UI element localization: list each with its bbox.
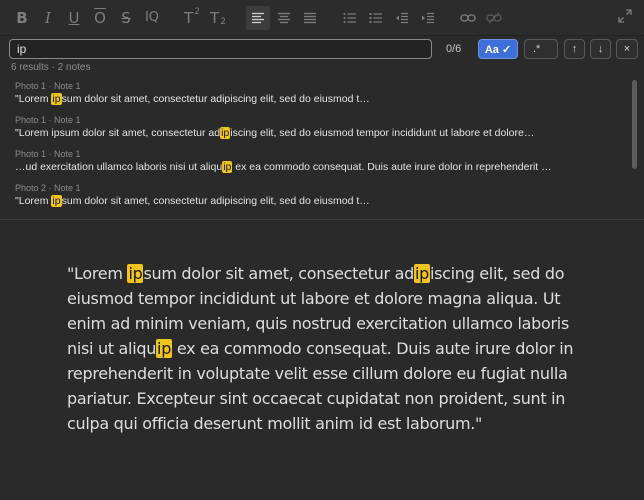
superscript-button[interactable]: T2 <box>180 6 204 30</box>
subscript-mark: 2 <box>220 16 226 27</box>
note-text: sum dolor sit amet, consectetur ad <box>143 264 414 283</box>
note-text: "Lorem <box>67 264 128 283</box>
clear-format-button[interactable]: IQ <box>140 6 164 30</box>
next-match-button[interactable]: ↓ <box>590 39 611 59</box>
result-source: Photo 1 · Note 1 <box>15 115 81 125</box>
numbered-list-icon <box>369 12 382 23</box>
match-highlight: ip <box>127 264 144 283</box>
result-source: Photo 1 · Note 1 <box>15 149 81 159</box>
link-button[interactable] <box>456 6 480 30</box>
match-highlight: ip <box>51 93 62 105</box>
formatting-toolbar: B I U O S IQ T2 T2 <box>0 0 644 36</box>
strikethrough-button[interactable]: S <box>114 6 138 30</box>
result-source: Photo 1 · Note 1 <box>15 81 81 91</box>
result-item[interactable]: Photo 2 · Note 1 "Lorem ipsum dolor sit … <box>15 182 615 209</box>
snippet-text: "Lorem <box>15 93 52 105</box>
result-snippet: "Lorem ipsum dolor sit amet, consectetur… <box>15 92 615 107</box>
outdent-icon <box>396 12 408 23</box>
numbered-list-button[interactable] <box>364 6 388 30</box>
result-snippet: "Lorem ipsum dolor sit amet, consectetur… <box>15 126 615 141</box>
results-scrollbar[interactable] <box>632 80 637 169</box>
italic-button[interactable]: I <box>36 6 60 30</box>
result-item[interactable]: Photo 1 · Note 1 "Lorem ipsum dolor sit … <box>15 114 615 141</box>
match-highlight: ip <box>220 127 231 139</box>
result-item[interactable]: Photo 1 · Note 1 "Lorem ipsum dolor sit … <box>15 80 615 107</box>
close-find-button[interactable]: × <box>616 39 638 59</box>
align-center-button[interactable] <box>272 6 296 30</box>
match-highlight: ip <box>413 264 430 283</box>
overline-button[interactable]: O <box>88 6 112 30</box>
previous-match-button[interactable]: ↑ <box>564 39 585 59</box>
search-input[interactable]: ip <box>9 39 432 59</box>
snippet-text: sum dolor sit amet, consectetur adipisci… <box>61 195 370 207</box>
regex-toggle[interactable]: .* <box>524 39 558 59</box>
match-highlight: ip <box>156 339 173 358</box>
snippet-text: iscing elit, sed do eiusmod tempor incid… <box>230 127 535 139</box>
align-justify-icon <box>304 12 316 23</box>
results-summary: 6 results · 2 notes <box>11 62 91 73</box>
result-snippet: …ud exercitation ullamco laboris nisi ut… <box>15 160 615 175</box>
align-left-icon <box>252 12 264 23</box>
result-source: Photo 2 · Note 1 <box>15 183 81 193</box>
snippet-text: "Lorem ipsum dolor sit amet, consectetur… <box>15 127 221 139</box>
snippet-text: …ud exercitation ullamco laboris nisi ut… <box>15 161 223 173</box>
indent-button[interactable] <box>416 6 440 30</box>
indent-icon <box>422 12 434 23</box>
underline-button[interactable]: U <box>62 6 86 30</box>
bullet-list-button[interactable] <box>338 6 362 30</box>
unlink-button[interactable] <box>482 6 506 30</box>
outdent-button[interactable] <box>390 6 414 30</box>
bullet-list-icon <box>343 12 356 23</box>
snippet-text: ex ea commodo consequat. Duis aute irure… <box>232 161 552 173</box>
superscript-label: T <box>184 8 194 27</box>
result-snippet: "Lorem ipsum dolor sit amet, consectetur… <box>15 194 615 209</box>
align-justify-button[interactable] <box>298 6 322 30</box>
divider <box>0 219 644 220</box>
snippet-text: sum dolor sit amet, consectetur adipisci… <box>61 93 370 105</box>
bold-button[interactable]: B <box>10 6 34 30</box>
subscript-label: T <box>210 8 220 27</box>
unlink-icon <box>486 12 502 23</box>
match-count: 0/6 <box>446 43 462 55</box>
snippet-text: "Lorem <box>15 195 52 207</box>
expand-icon[interactable] <box>618 8 632 27</box>
result-item[interactable]: Photo 1 · Note 1 …ud exercitation ullamc… <box>15 148 615 175</box>
results-list: Photo 1 · Note 1 "Lorem ipsum dolor sit … <box>0 78 644 218</box>
find-bar: ip 0/6 Aa ✓ .* ↑ ↓ × <box>0 36 644 62</box>
match-case-toggle[interactable]: Aa ✓ <box>478 39 518 59</box>
align-left-button[interactable] <box>246 5 270 30</box>
note-body[interactable]: "Lorem ipsum dolor sit amet, consectetur… <box>67 261 587 436</box>
link-icon <box>460 13 476 22</box>
match-highlight: ip <box>51 195 62 207</box>
subscript-button[interactable]: T2 <box>206 6 230 30</box>
match-highlight: ip <box>222 161 233 173</box>
align-center-icon <box>278 12 290 23</box>
superscript-mark: 2 <box>194 6 200 17</box>
